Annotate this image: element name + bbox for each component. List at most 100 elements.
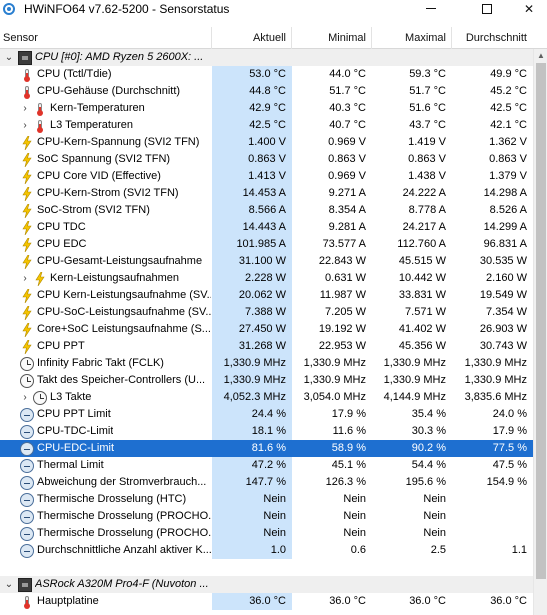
column-header-sensor[interactable]: Sensor (0, 27, 212, 49)
sensor-row[interactable]: Abweichung der Stromverbrauch... 147.7 % 1… (0, 474, 533, 491)
sensor-row[interactable]: › Kern-Temperaturen 42.9 °C 40.3 °C 51.6 °C 4… (0, 100, 533, 117)
minimum-value: 7.205 W (325, 306, 366, 318)
minimum-value: 40.3 °C (329, 102, 366, 114)
vertical-scrollbar[interactable]: ▲ (533, 49, 547, 615)
sensor-list: ⌄ CPU [#0]: AMD Ryzen 5 2600X: ... CPU (Tc… (0, 49, 533, 615)
sensor-row[interactable]: CPU EDC 101.985 A 73.577 A 112.760 A 96.831 … (0, 236, 533, 253)
expand-chevron-icon[interactable]: › (20, 117, 30, 134)
sensor-group-label: CPU [#0]: AMD Ryzen 5 2600X: ... (35, 51, 204, 63)
average-value: 42.1 °C (490, 119, 527, 131)
sensor-label: Thermal Limit (37, 459, 104, 471)
sensor-row[interactable]: Thermische Drosselung (PROCHO... Nein Nein… (0, 525, 533, 542)
sensor-row[interactable]: CPU-EDC-Limit 81.6 % 58.9 % 90.2 % 77.5 % (0, 440, 533, 457)
current-value: 2.228 W (212, 270, 292, 287)
average-value: 14.299 A (483, 221, 527, 233)
minimum-value: 45.1 % (331, 459, 366, 471)
sensor-group-row[interactable]: ⌄ CPU [#0]: AMD Ryzen 5 2600X: ... (0, 49, 533, 66)
sensor-name-cell: Infinity Fabric Takt (FCLK) (0, 355, 212, 372)
scroll-up-icon[interactable]: ▲ (534, 49, 547, 63)
current-value (212, 576, 292, 593)
sensor-row[interactable]: CPU Core VID (Effective) 1.413 V 0.969 V 1.… (0, 168, 533, 185)
average-value (452, 576, 533, 593)
scrollbar-thumb[interactable] (536, 63, 546, 579)
maximum-value: 112.760 A (397, 238, 446, 250)
sensor-row[interactable]: CPU-Kern-Strom (SVI2 TFN) 14.453 A 9.271 A… (0, 185, 533, 202)
sensor-row[interactable]: Thermische Drosselung (HTC) Nein Nein Nein (0, 491, 533, 508)
sensor-row[interactable]: CPU (Tctl/Tdie) 53.0 °C 44.0 °C 59.3 °C 49.9… (0, 66, 533, 83)
maximize-button[interactable] (464, 0, 510, 17)
sensor-label: Kern-Temperaturen (50, 102, 145, 114)
sensor-row[interactable]: Infinity Fabric Takt (FCLK) 1,330.9 MHz 1,… (0, 355, 533, 372)
current-value: 44.8 °C (212, 83, 292, 100)
maximum-value: 51.6 °C (409, 102, 446, 114)
expand-chevron-icon[interactable]: › (20, 100, 30, 117)
sensor-row[interactable]: CPU-Kern-Spannung (SVI2 TFN) 1.400 V 0.969… (0, 134, 533, 151)
sensor-row[interactable]: Thermal Limit 47.2 % 45.1 % 54.4 % 47.5 % (0, 457, 533, 474)
sensor-group-label: ASRock A320M Pro4-F (Nuvoton ... (35, 578, 209, 590)
sensor-row[interactable]: CPU-Gesamt-Leistungsaufnahme 31.100 W 22.8… (0, 253, 533, 270)
sensor-row[interactable]: CPU-SoC-Leistungsaufnahme (SV... 7.388 W 7… (0, 304, 533, 321)
column-header-maximum[interactable]: Maximal (372, 27, 452, 49)
current-value: 14.453 A (212, 185, 292, 202)
sensor-row[interactable]: CPU Kern-Leistungsaufnahme (SV... 20.062 … (0, 287, 533, 304)
current-value: 36.0 °C (212, 593, 292, 610)
collapse-chevron-icon[interactable]: ⌄ (4, 576, 14, 593)
maximum-value: 10.442 W (398, 272, 446, 284)
sensor-row[interactable]: Core+SoC Leistungsaufnahme (S... 27.450 W… (0, 321, 533, 338)
sensor-name-cell: CPU-EDC-Limit (0, 440, 212, 457)
sensor-row[interactable]: CPU-TDC-Limit 18.1 % 11.6 % 30.3 % 17.9 % (0, 423, 533, 440)
maximum-value: 1.419 V (408, 136, 446, 148)
clock-icon (20, 356, 34, 371)
close-button[interactable]: ✕ (506, 0, 547, 17)
average-value: 47.5 % (492, 459, 527, 471)
minimize-button[interactable] (408, 0, 454, 17)
current-value: 147.7 % (212, 474, 292, 491)
clock-icon (33, 390, 47, 405)
current-value: Nein (212, 491, 292, 508)
sensor-row[interactable]: CPU PPT 31.268 W 22.953 W 45.356 W 30.743 W (0, 338, 533, 355)
minimum-value: 0.631 W (325, 272, 366, 284)
expand-chevron-icon[interactable]: › (20, 389, 30, 406)
maximum-value: 24.217 A (402, 221, 446, 233)
minimum-value: 36.0 °C (329, 595, 366, 607)
sensor-row[interactable]: SoC-Strom (SVI2 TFN) 8.566 A 8.354 A 8.778 … (0, 202, 533, 219)
column-header-minimum[interactable]: Minimal (292, 27, 372, 49)
average-value: 42.5 °C (490, 102, 527, 114)
average-value: 30.743 W (479, 340, 527, 352)
minimum-value: 8.354 A (328, 204, 366, 216)
maximum-value: 1,330.9 MHz (383, 374, 446, 386)
sensor-row[interactable]: › L3 Temperaturen 42.5 °C 40.7 °C 43.7 °C 42.… (0, 117, 533, 134)
expand-chevron-icon[interactable]: › (20, 270, 30, 287)
sensor-row[interactable]: › L3 Takte 4,052.3 MHz 3,054.0 MHz 4,144.9 M… (0, 389, 533, 406)
sensor-row[interactable]: › Kern-Leistungsaufnahmen 2.228 W 0.631 W 10… (0, 270, 533, 287)
sensor-row[interactable]: CPU TDC 14.443 A 9.281 A 24.217 A 14.299 A (0, 219, 533, 236)
sensor-group-row[interactable]: ⌄ ASRock A320M Pro4-F (Nuvoton ... (0, 576, 533, 593)
average-value: 36.0 °C (490, 595, 527, 607)
sensor-row[interactable]: CPU PPT Limit 24.4 % 17.9 % 35.4 % 24.0 % (0, 406, 533, 423)
sensor-row[interactable]: Thermische Drosselung (PROCHO... Nein Nein… (0, 508, 533, 525)
average-value: 154.9 % (486, 476, 527, 488)
maximum-value (372, 49, 452, 66)
maximum-value: 24.222 A (402, 187, 446, 199)
sensor-label: Abweichung der Stromverbrauch... (37, 476, 207, 488)
sensor-row[interactable]: Durchschnittliche Anzahl aktiver K... 1.0… (0, 542, 533, 559)
maximum-value: 1.438 V (408, 170, 446, 182)
current-value: 20.062 W (212, 287, 292, 304)
close-icon: ✕ (523, 1, 535, 16)
maximum-value: 1,330.9 MHz (383, 357, 446, 369)
sensor-row[interactable]: Takt des Speicher-Controllers (U... 1,330… (0, 372, 533, 389)
average-value: 14.298 A (483, 187, 527, 199)
column-header-current[interactable]: Aktuell (212, 27, 292, 49)
current-value: 1,330.9 MHz (212, 372, 292, 389)
current-value: 47.2 % (212, 457, 292, 474)
column-header-average[interactable]: Durchschnitt (452, 27, 532, 49)
sensor-row[interactable]: Hauptplatine 36.0 °C 36.0 °C 36.0 °C 36.0 °C (0, 593, 533, 610)
current-value: 1.0 (212, 542, 292, 559)
maximum-value: 45.356 W (398, 340, 446, 352)
current-value: 31.100 W (212, 253, 292, 270)
average-value (452, 49, 533, 66)
maximum-value: Nein (423, 527, 446, 539)
sensor-row[interactable]: SoC Spannung (SVI2 TFN) 0.863 V 0.863 V 0.8… (0, 151, 533, 168)
sensor-row[interactable]: CPU-Gehäuse (Durchschnitt) 44.8 °C 51.7 °C… (0, 83, 533, 100)
collapse-chevron-icon[interactable]: ⌄ (4, 49, 14, 66)
